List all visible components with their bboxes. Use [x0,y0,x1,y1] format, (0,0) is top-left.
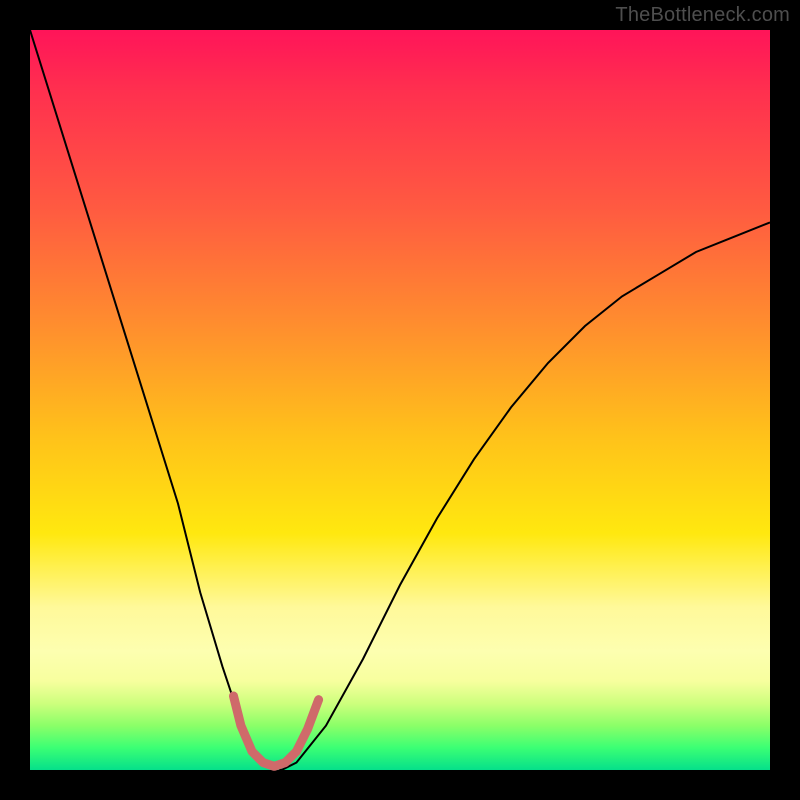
plot-area [30,30,770,770]
valley-marker [234,696,319,766]
attribution-text: TheBottleneck.com [615,4,790,27]
curve-layer [30,30,770,770]
chart-frame: TheBottleneck.com [0,0,800,800]
bottleneck-curve [30,30,770,770]
